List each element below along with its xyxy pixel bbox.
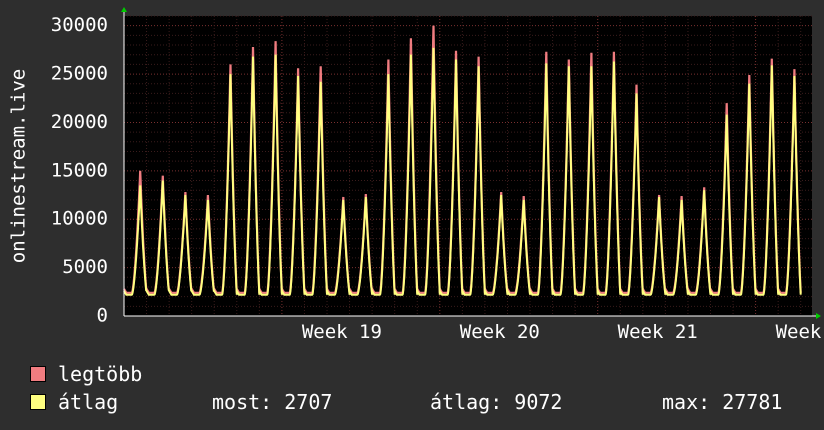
x-tick-label: Week 21 <box>618 321 698 343</box>
legend-swatch-max <box>30 365 46 382</box>
legend-label-avg: átlag <box>58 390 119 414</box>
y-tick-labels: 0 5000 10000 15000 20000 25000 30000 <box>51 14 108 326</box>
legend-swatch-avg <box>30 393 46 410</box>
x-tick-label: Week 19 <box>302 321 382 343</box>
y-tick-label: 30000 <box>51 14 108 36</box>
y-tick-label: 25000 <box>51 63 108 85</box>
y-tick-label: 20000 <box>51 111 108 133</box>
x-tick-label: Week 20 <box>460 321 540 343</box>
stat-avg: átlag: 9072 <box>430 390 563 414</box>
y-tick-label: 15000 <box>51 159 108 181</box>
traffic-chart: 050001000015000200002500030000 Week 19 We… <box>8 7 824 343</box>
y-tick-label: 5000 <box>62 256 108 278</box>
legend-label-max: legtöbb <box>58 362 143 386</box>
y-axis-arrow <box>121 7 127 12</box>
stat-max: max: 27781 <box>662 390 783 414</box>
x-tick-labels: Week 19 Week 20 Week 21 Week 22 <box>302 321 824 343</box>
y-tick-label: 0 <box>97 305 108 327</box>
x-tick-label: Week 22 <box>776 321 824 343</box>
legend-row-avg: átlag most: 2707 átlag: 9072 max: 27781 <box>30 390 810 414</box>
legend-row-max: legtöbb <box>30 362 142 386</box>
y-tick-label: 10000 <box>51 208 108 230</box>
x-axis-arrow <box>816 313 821 319</box>
y-axis-label: onlinestream.live <box>8 69 30 263</box>
stat-now: most: 2707 <box>212 390 333 414</box>
